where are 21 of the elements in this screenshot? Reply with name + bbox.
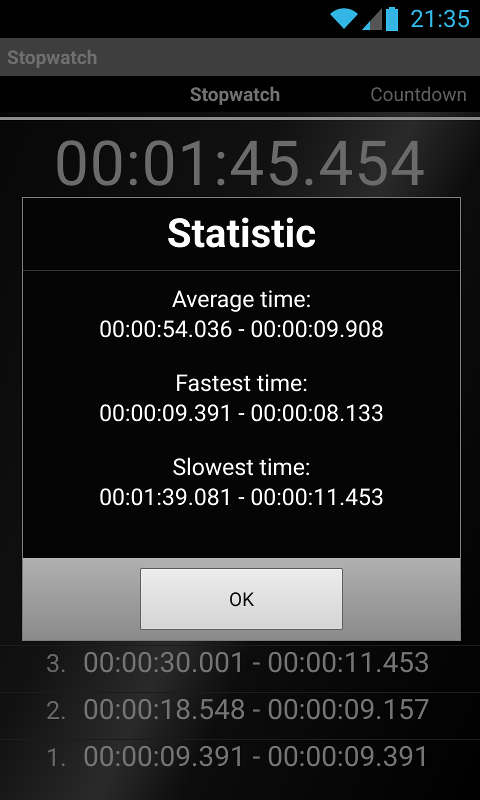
- timer-display: 00:01:45.454: [53, 128, 427, 201]
- stat-label: Fastest time:: [175, 369, 308, 399]
- ok-button[interactable]: OK: [140, 568, 343, 630]
- lap-time: 00:00:30.001 - 00:00:11.453: [83, 646, 430, 679]
- wifi-icon: [330, 8, 358, 30]
- dialog-title: Statistic: [23, 198, 460, 271]
- lap-time: 00:00:09.391 - 00:00:09.391: [83, 740, 430, 773]
- battery-icon: [386, 7, 398, 31]
- tab[interactable]: Countdown: [370, 82, 467, 106]
- lap-number: 1.: [46, 744, 68, 773]
- stat-value: 00:00:54.036 - 00:00:09.908: [99, 315, 384, 345]
- stat-label: Slowest time:: [172, 453, 310, 483]
- stat-value: 00:00:09.391 - 00:00:08.133: [99, 399, 384, 429]
- lap-number: 2.: [46, 697, 68, 726]
- tab[interactable]: Stopwatch: [190, 82, 280, 106]
- lap-time: 00:00:18.548 - 00:00:09.157: [83, 693, 430, 726]
- clock: 21:35: [410, 5, 470, 33]
- stat-label: Average time:: [172, 285, 312, 315]
- lap-number: 3.: [46, 650, 68, 679]
- stat-value: 00:01:39.081 - 00:00:11.453: [99, 483, 384, 513]
- signal-icon: [362, 8, 382, 30]
